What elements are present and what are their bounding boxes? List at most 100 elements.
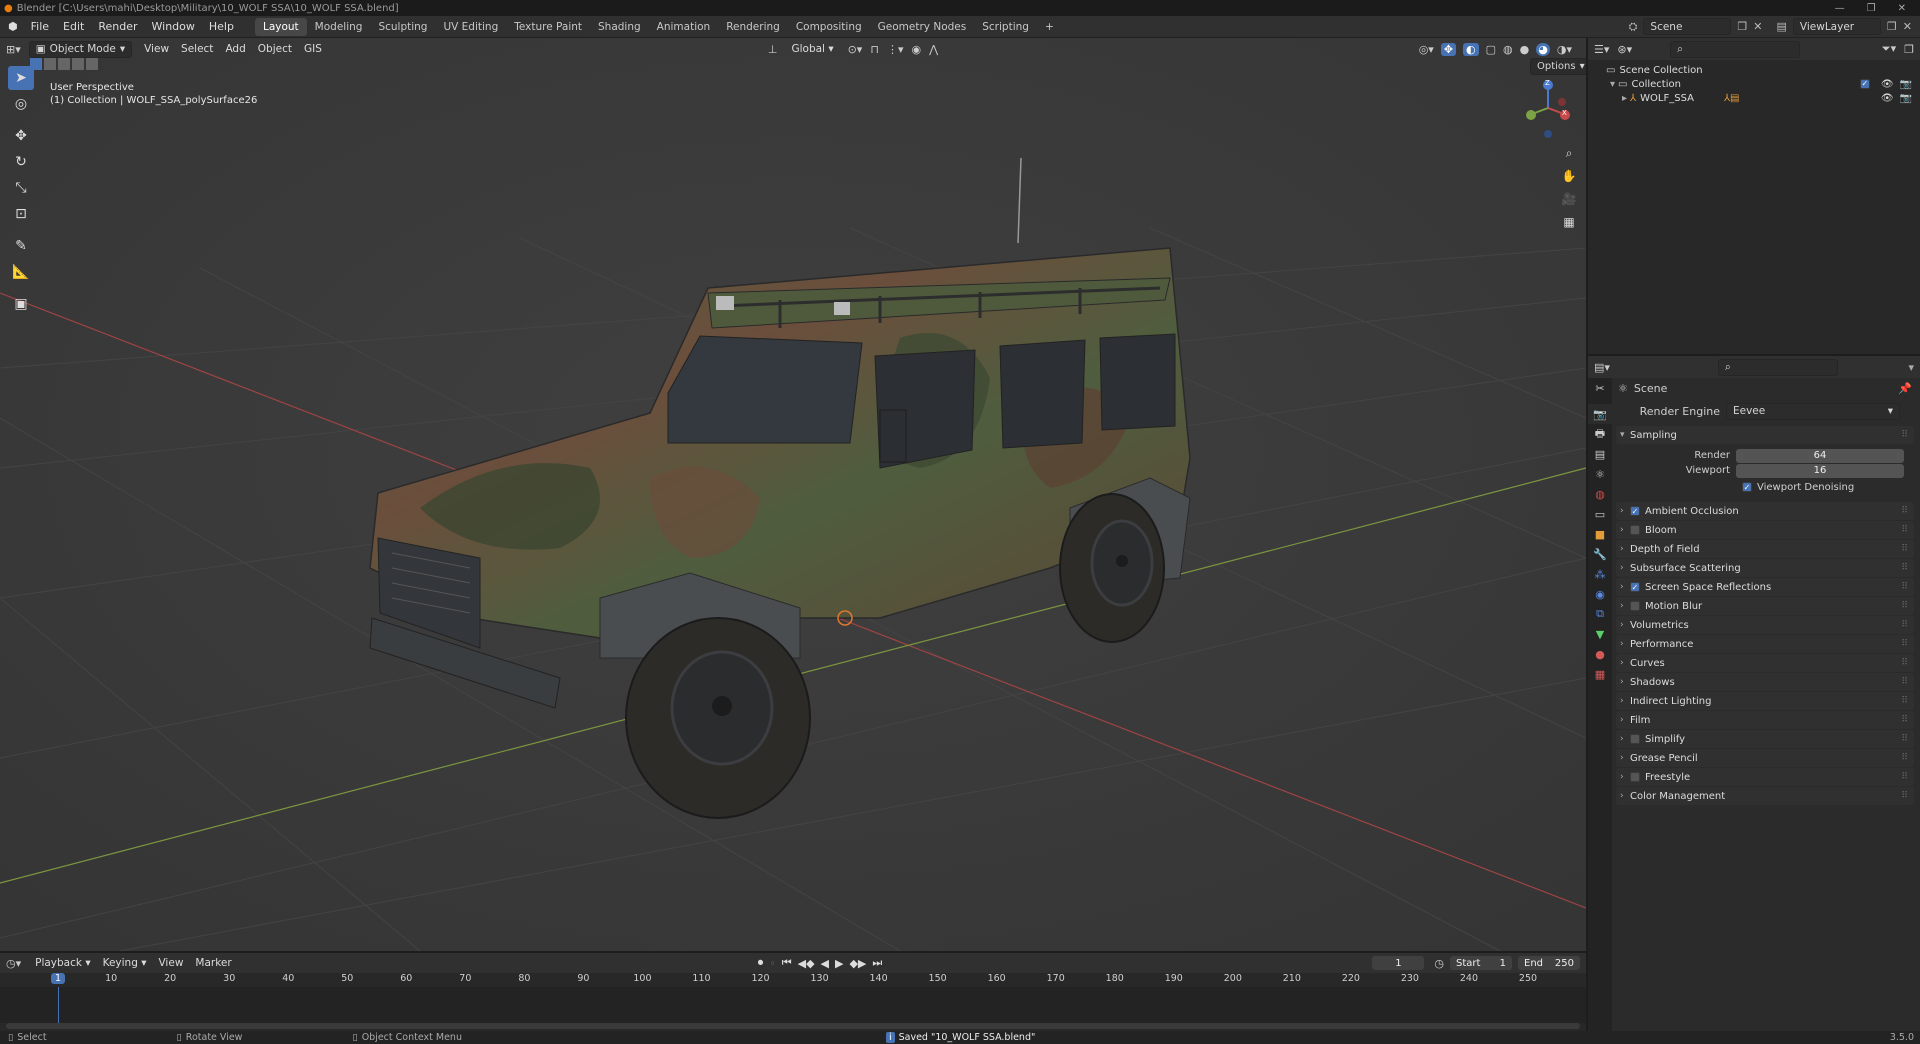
falloff-icon[interactable]: ⋀ xyxy=(929,43,938,56)
drag-handle-icon[interactable]: ⠿ xyxy=(1901,639,1908,649)
select-invert-icon[interactable] xyxy=(72,58,84,70)
drag-handle-icon[interactable]: ⠿ xyxy=(1901,544,1908,554)
measure-tool[interactable]: 📐 xyxy=(8,260,34,284)
zoom-button[interactable]: ⌕ xyxy=(1558,142,1580,164)
texture-tab[interactable]: ▦ xyxy=(1588,664,1612,684)
viewport-menu-select[interactable]: Select xyxy=(175,43,219,55)
outliner-editor-icon[interactable]: ☰▾ xyxy=(1594,43,1609,56)
collection-tab[interactable]: ▭ xyxy=(1588,504,1612,524)
navigation-gizmo[interactable]: Z X xyxy=(1514,78,1574,148)
options-dropdown[interactable]: Options ▾ xyxy=(1530,58,1586,75)
properties-editor[interactable]: ▤▾ ⌕ ▾ ✂ 📷 🖶 ▤ ⚛ ◍ ▭ ■ 🔧 ⁂ ◉ ⧉ ▼ ● ▦ ⚛ S… xyxy=(1588,356,1920,1040)
editor-type-icon[interactable]: ⊞▾ xyxy=(6,43,21,56)
drag-handle-icon[interactable]: ⠿ xyxy=(1901,772,1908,782)
tab-layout[interactable]: Layout xyxy=(254,17,307,36)
current-frame-field[interactable]: 1 xyxy=(1372,956,1425,970)
drag-handle-icon[interactable]: ⠿ xyxy=(1901,677,1908,687)
cursor-tool[interactable]: ◎ xyxy=(8,92,34,116)
drag-handle-icon[interactable]: ⠿ xyxy=(1901,715,1908,725)
viewport-menu-add[interactable]: Add xyxy=(219,43,251,55)
panel-screen-space-reflections[interactable]: › ✓ Screen Space Reflections ⠿ xyxy=(1616,578,1914,596)
panel-indirect-lighting[interactable]: › Indirect Lighting ⠿ xyxy=(1616,692,1914,710)
gizmo-toggle-icon[interactable]: ✥ xyxy=(1440,42,1457,56)
viewport-denoising-checkbox[interactable]: ✓ xyxy=(1742,482,1752,492)
viewport-menu-object[interactable]: Object xyxy=(252,43,298,55)
tab-rendering[interactable]: Rendering xyxy=(718,18,788,36)
timeline[interactable]: ◷▾ Playback ▾ Keying ▾ View Marker ⏺ ◦ ⏮… xyxy=(0,953,1586,1031)
properties-editor-icon[interactable]: ▤▾ xyxy=(1594,361,1610,374)
viewport-menu-view[interactable]: View xyxy=(138,43,175,55)
panel-sampling[interactable]: ▾ Sampling ⠿ xyxy=(1616,426,1914,444)
timeline-menu-marker[interactable]: Marker xyxy=(189,957,237,969)
view-layer-selector[interactable]: ViewLayer xyxy=(1792,18,1881,35)
shading-rendered-icon[interactable]: ◑▾ xyxy=(1557,43,1572,56)
drag-handle-icon[interactable]: ⠿ xyxy=(1901,696,1908,706)
panel-performance[interactable]: › Performance ⠿ xyxy=(1616,635,1914,653)
add-workspace-button[interactable]: + xyxy=(1037,18,1062,36)
drag-handle-icon[interactable]: ⠿ xyxy=(1901,658,1908,668)
timeline-menu-keying[interactable]: Keying ▾ xyxy=(97,957,153,969)
new-scene-icon[interactable]: ❐ xyxy=(1737,20,1747,33)
proportional-edit-icon[interactable]: ◉ xyxy=(911,43,921,56)
blender-menu-icon[interactable]: ⬢ xyxy=(0,20,24,33)
add-cube-tool[interactable]: ▣ xyxy=(8,292,34,316)
tab-uv-editing[interactable]: UV Editing xyxy=(435,18,506,36)
panel-color-management[interactable]: › Color Management ⠿ xyxy=(1616,787,1914,805)
panel-enable-checkbox[interactable] xyxy=(1630,601,1640,611)
drag-handle-icon[interactable]: ⠿ xyxy=(1901,430,1908,440)
xray-icon[interactable]: ▢ xyxy=(1486,43,1496,56)
particles-tab[interactable]: ⁂ xyxy=(1588,564,1612,584)
delete-view-layer-icon[interactable]: ✕ xyxy=(1903,20,1912,33)
viewport-menu-gis[interactable]: GIS xyxy=(298,43,328,55)
panel-enable-checkbox[interactable]: ✓ xyxy=(1630,506,1640,516)
pin-icon[interactable]: 📌 xyxy=(1898,382,1912,395)
panel-grease-pencil[interactable]: › Grease Pencil ⠿ xyxy=(1616,749,1914,767)
menu-render[interactable]: Render xyxy=(91,20,144,33)
world-tab[interactable]: ◍ xyxy=(1588,484,1612,504)
scale-tool[interactable]: ⤡ xyxy=(8,176,34,200)
material-tab[interactable]: ● xyxy=(1588,644,1612,664)
outliner[interactable]: ☰▾ ⊛▾ ⌕ ⏷▾ ❐ ▭ Scene Collection ▾ ▭ Coll… xyxy=(1588,38,1920,354)
panel-volumetrics[interactable]: › Volumetrics ⠿ xyxy=(1616,616,1914,634)
minimize-icon[interactable]: — xyxy=(1835,3,1845,14)
new-view-layer-icon[interactable]: ❐ xyxy=(1887,20,1897,33)
start-frame-field[interactable]: Start 1 xyxy=(1450,956,1512,970)
tab-animation[interactable]: Animation xyxy=(649,18,719,36)
select-intersect-icon[interactable] xyxy=(86,58,98,70)
properties-search-input[interactable]: ⌕ xyxy=(1717,358,1838,376)
pan-button[interactable]: ✋ xyxy=(1558,165,1580,187)
tab-texture-paint[interactable]: Texture Paint xyxy=(506,18,590,36)
scene-tab[interactable]: ⚛ xyxy=(1588,464,1612,484)
outliner-search-input[interactable]: ⌕ xyxy=(1670,40,1801,58)
snap-icon[interactable]: ⊓ xyxy=(870,43,879,56)
delete-scene-icon[interactable]: ✕ xyxy=(1753,20,1762,33)
jump-end-icon[interactable]: ⏭ xyxy=(872,956,882,970)
viewport-samples-field[interactable]: 16 xyxy=(1736,463,1904,478)
current-frame-marker[interactable]: 1 xyxy=(51,973,65,984)
record-icon[interactable]: ⏺ xyxy=(758,956,764,970)
timeline-frame-ruler[interactable]: 1 10 20 30 40 50 60 70 80 90 100 110 120 130 140 150 160… xyxy=(0,973,1586,987)
tab-sculpting[interactable]: Sculpting xyxy=(370,18,435,36)
expand-arrow-icon[interactable]: ▸ xyxy=(1622,93,1627,104)
shading-wireframe-icon[interactable]: ◍ xyxy=(1503,43,1513,56)
render-camera-icon[interactable]: 📷 xyxy=(1900,79,1912,90)
drag-handle-icon[interactable]: ⠿ xyxy=(1901,753,1908,763)
timeline-scrollbar[interactable] xyxy=(6,1023,1580,1029)
scene-selector[interactable]: Scene xyxy=(1643,18,1732,35)
end-frame-field[interactable]: End 250 xyxy=(1518,956,1580,970)
render-samples-field[interactable]: 64 xyxy=(1736,448,1904,463)
tab-shading[interactable]: Shading xyxy=(590,18,649,36)
tab-modeling[interactable]: Modeling xyxy=(307,18,371,36)
outliner-row-wolf-ssa[interactable]: ▸ ⅄ WOLF_SSA ⅄▤ 👁 📷 xyxy=(1606,91,1920,105)
render-tab[interactable]: 📷 xyxy=(1588,404,1612,424)
camera-view-button[interactable]: 🎥 xyxy=(1558,188,1580,210)
playhead-line[interactable] xyxy=(58,987,59,1023)
menu-file[interactable]: File xyxy=(24,20,56,33)
maximize-icon[interactable]: ❐ xyxy=(1867,3,1876,14)
filter-icon[interactable]: ⏷▾ xyxy=(1882,42,1896,56)
timeline-editor-icon[interactable]: ◷▾ xyxy=(6,957,21,970)
select-subtract-icon[interactable] xyxy=(58,58,70,70)
tool-tab[interactable]: ✂ xyxy=(1588,378,1612,398)
object-tab[interactable]: ■ xyxy=(1588,524,1612,544)
drag-handle-icon[interactable]: ⠿ xyxy=(1901,734,1908,744)
